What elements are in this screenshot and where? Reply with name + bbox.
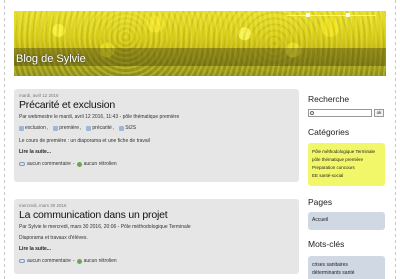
read-more-link[interactable]: Lire la suite... — [19, 149, 294, 155]
header-slider-decoration — [286, 13, 376, 21]
category-item[interactable]: EE santé-social — [312, 172, 381, 180]
tag-icon — [19, 125, 24, 131]
post-excerpt: Le cours de première : un diaporama et u… — [19, 138, 150, 144]
trackback-icon — [76, 161, 82, 167]
post-meta: Par webmestre le mardi, avril 12 2016, 1… — [19, 114, 180, 120]
comment-icon — [19, 162, 25, 166]
tag-item[interactable]: exclusion, — [19, 125, 48, 131]
pages-heading: Pages — [308, 197, 333, 207]
comments-link[interactable]: aucun commentaire — [27, 161, 71, 167]
page-frame-left — [4, 0, 5, 279]
post-date: mardi, avril 12 2016 — [19, 93, 59, 98]
page-item-accueil[interactable]: Accueil — [312, 217, 381, 223]
post-title[interactable]: Précarité et exclusion — [19, 99, 294, 111]
read-more-link[interactable]: Lire la suite... — [19, 246, 294, 252]
categories-list: Pôle méthodologique Terminale pôle théma… — [308, 143, 385, 186]
post-excerpt: Diaporama et travaux d'élèves. — [19, 235, 88, 241]
tag-item[interactable]: St2S — [119, 125, 136, 131]
tag-cloud-item[interactable]: déterminants santé — [312, 269, 381, 277]
trackbacks-link[interactable]: aucun rétrolien — [84, 161, 117, 167]
category-item[interactable]: Preparation concours — [312, 164, 381, 172]
search-input[interactable] — [308, 109, 372, 117]
trackbacks-link[interactable]: aucun rétrolien — [84, 258, 117, 264]
pages-list: Accueil — [308, 212, 385, 230]
category-item[interactable]: pôle thématique première — [312, 156, 381, 164]
tag-item[interactable]: première, — [53, 125, 81, 131]
post-card: mercredi, mars 30 2016 La communication … — [14, 199, 299, 274]
post-footer: aucun commentaire - aucun rétrolien — [19, 161, 294, 167]
blog-title[interactable]: Blog de Sylvie — [16, 53, 86, 65]
tags-heading: Mots-clés — [308, 239, 345, 249]
post-tags: exclusion, première, précarité, St2S — [19, 125, 294, 131]
search-ok-button[interactable]: ok — [374, 109, 384, 117]
categories-heading: Catégories — [308, 127, 350, 137]
search-icon — [310, 111, 314, 115]
search-heading: Recherche — [308, 94, 350, 104]
post-footer: aucun commentaire - aucun rétrolien — [19, 258, 294, 264]
tag-cloud-item[interactable]: crises sanitaires — [312, 261, 381, 269]
post-card: mardi, avril 12 2016 Précarité et exclus… — [14, 89, 299, 182]
tag-icon — [53, 125, 59, 131]
tag-icon — [119, 125, 125, 131]
trackback-icon — [76, 258, 82, 264]
post-date: mercredi, mars 30 2016 — [19, 203, 67, 208]
comment-icon — [19, 259, 25, 263]
tag-item[interactable]: précarité, — [86, 125, 114, 131]
blog-header: Blog de Sylvie — [14, 11, 386, 76]
tag-cloud: crises sanitaires déterminants santé — [308, 256, 385, 279]
post-title[interactable]: La communication dans un projet — [19, 209, 294, 221]
page-frame-right — [395, 0, 396, 279]
tag-icon — [86, 125, 92, 131]
post-meta: Par Sylvie le mercredi, mars 30 2016, 20… — [19, 224, 191, 230]
comments-link[interactable]: aucun commentaire — [27, 258, 71, 264]
category-item[interactable]: Pôle méthodologique Terminale — [312, 148, 381, 156]
